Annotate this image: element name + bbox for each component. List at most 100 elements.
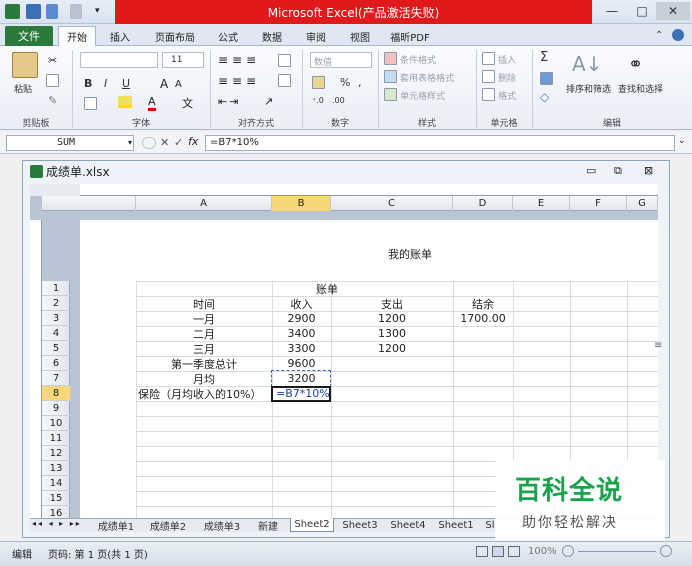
page-header-title[interactable]: 我的账单 xyxy=(360,246,460,262)
row-header[interactable]: 12 xyxy=(42,446,70,461)
cell-b6[interactable]: 9600 xyxy=(272,356,331,371)
cell-b4[interactable]: 3400 xyxy=(272,326,331,341)
orientation-icon[interactable]: ↗ xyxy=(264,95,273,108)
row-header[interactable]: 4 xyxy=(42,326,70,341)
sort-filter-button[interactable]: 排序和筛选 xyxy=(566,82,611,95)
table-format-button[interactable]: 套用表格格式 xyxy=(400,71,454,84)
insert-cells-icon[interactable] xyxy=(482,52,495,65)
cell-b3[interactable]: 2900 xyxy=(272,311,331,326)
tab-data[interactable]: 数据 xyxy=(252,26,292,46)
cell-d3[interactable]: 1700.00 xyxy=(453,311,513,326)
tab-page-layout[interactable]: 页面布局 xyxy=(146,26,204,46)
comma-button[interactable]: , xyxy=(358,76,362,89)
number-format-select[interactable]: 数值 xyxy=(310,52,372,68)
font-size-select[interactable]: 11 xyxy=(162,52,204,68)
sheet-tab[interactable]: 新建 xyxy=(252,518,284,533)
column-header-b[interactable]: B xyxy=(272,196,331,211)
zoom-slider[interactable] xyxy=(578,551,656,552)
redo-icon[interactable] xyxy=(70,4,82,19)
format-painter-icon[interactable]: ✎ xyxy=(48,94,57,107)
sheet-tab[interactable]: 成绩单2 xyxy=(144,518,192,533)
column-header-e[interactable]: E xyxy=(513,196,570,211)
page-break-view-icon[interactable] xyxy=(508,546,520,557)
italic-button[interactable]: I xyxy=(104,77,107,90)
fill-icon[interactable] xyxy=(540,72,553,85)
align-top-icons[interactable]: ≡≡≡ xyxy=(218,53,260,67)
cancel-entry-icon[interactable]: ✕ xyxy=(160,136,169,149)
align-left-icons[interactable]: ≡≡≡ xyxy=(218,74,260,88)
sheet-tab[interactable]: Sheet3 xyxy=(338,518,382,532)
wrap-text-icon[interactable] xyxy=(278,54,291,67)
close-button[interactable]: ✕ xyxy=(656,2,690,20)
find-select-button[interactable]: 查找和选择 xyxy=(618,82,663,95)
delete-cells-button[interactable]: 删除 xyxy=(498,71,516,84)
sheet-tab[interactable]: Sheet4 xyxy=(386,518,430,532)
sort-filter-icon[interactable]: A↓ xyxy=(572,52,602,76)
cell-a1-merged[interactable]: 账单 xyxy=(272,281,382,296)
cell-a8[interactable]: 保险（月均收入的10%） xyxy=(136,386,272,401)
confirm-entry-icon[interactable]: ✓ xyxy=(174,136,183,149)
tab-home[interactable]: 开始 xyxy=(58,26,96,46)
delete-cells-icon[interactable] xyxy=(482,70,495,83)
copy-icon[interactable] xyxy=(46,74,59,87)
decrease-font-icon[interactable]: A xyxy=(175,79,182,90)
row-header[interactable]: 11 xyxy=(42,431,70,446)
row-header[interactable]: 10 xyxy=(42,416,70,431)
ribbon-collapse-icon[interactable]: ⌃ xyxy=(655,30,663,41)
sheet-tab[interactable]: 成绩单3 xyxy=(198,518,246,533)
tab-view[interactable]: 视图 xyxy=(340,26,380,46)
binoculars-icon[interactable]: ⚭ xyxy=(628,54,643,75)
vertical-split-icon[interactable]: ≡ xyxy=(654,340,662,351)
conditional-format-icon[interactable] xyxy=(384,52,397,65)
cell-c3[interactable]: 1200 xyxy=(331,311,453,326)
tab-foxit-pdf[interactable]: 福昕PDF xyxy=(384,26,436,46)
cell-style-button[interactable]: 单元格样式 xyxy=(400,89,445,102)
row-header[interactable]: 13 xyxy=(42,461,70,476)
conditional-format-button[interactable]: 条件格式 xyxy=(400,53,436,66)
row-header[interactable]: 6 xyxy=(42,356,70,371)
help-icon[interactable] xyxy=(672,29,684,41)
format-cells-icon[interactable] xyxy=(482,88,495,101)
cell-a4[interactable]: 二月 xyxy=(136,326,272,341)
autosum-button[interactable]: Σ xyxy=(540,50,548,65)
cut-icon[interactable]: ✂ xyxy=(48,54,57,67)
tab-insert[interactable]: 插入 xyxy=(100,26,140,46)
row-header-selected[interactable]: 8 xyxy=(42,386,70,401)
minimize-button[interactable]: — xyxy=(598,2,626,20)
row-header[interactable]: 1 xyxy=(42,281,70,296)
increase-font-icon[interactable]: A xyxy=(160,77,168,91)
table-format-icon[interactable] xyxy=(384,70,397,83)
cell-a5[interactable]: 三月 xyxy=(136,341,272,356)
cell-a2[interactable]: 时间 xyxy=(136,296,272,311)
paste-button[interactable]: 粘贴 xyxy=(14,82,32,95)
border-icon[interactable] xyxy=(84,97,97,110)
cell-c4[interactable]: 1300 xyxy=(331,326,453,341)
sheet-tab-active[interactable]: Sheet2 xyxy=(290,518,334,532)
row-header[interactable]: 5 xyxy=(42,341,70,356)
cell-b7[interactable]: 3200 xyxy=(272,371,331,386)
wb-close-button[interactable]: ⊠ xyxy=(644,164,653,177)
cell-b5[interactable]: 3300 xyxy=(272,341,331,356)
qat-customize-icon[interactable]: ▾ xyxy=(95,6,100,16)
clear-icon[interactable]: ◇ xyxy=(540,90,549,104)
row-header[interactable]: 9 xyxy=(42,401,70,416)
zoom-in-icon[interactable] xyxy=(660,545,672,557)
percent-button[interactable]: % xyxy=(340,76,350,89)
insert-function-icon[interactable]: fx xyxy=(188,135,198,148)
phonetic-icon[interactable]: 文 xyxy=(182,95,193,111)
cell-c5[interactable]: 1200 xyxy=(331,341,453,356)
cell-a6[interactable]: 第一季度总计 xyxy=(136,356,272,371)
tab-formulas[interactable]: 公式 xyxy=(208,26,248,46)
name-box[interactable]: SUM xyxy=(6,135,134,151)
row-header[interactable]: 7 xyxy=(42,371,70,386)
sheet-tab[interactable]: Sheet1 xyxy=(434,518,478,532)
formula-input[interactable]: =B7*10% xyxy=(205,135,675,151)
currency-icon[interactable] xyxy=(312,76,325,89)
undo-icon[interactable] xyxy=(46,4,58,19)
row-header[interactable]: 2 xyxy=(42,296,70,311)
paste-icon[interactable] xyxy=(12,52,38,78)
cell-a3[interactable]: 一月 xyxy=(136,311,272,326)
normal-view-icon[interactable] xyxy=(476,546,488,557)
column-header-c[interactable]: C xyxy=(331,196,453,211)
fill-color-icon[interactable] xyxy=(118,96,132,108)
